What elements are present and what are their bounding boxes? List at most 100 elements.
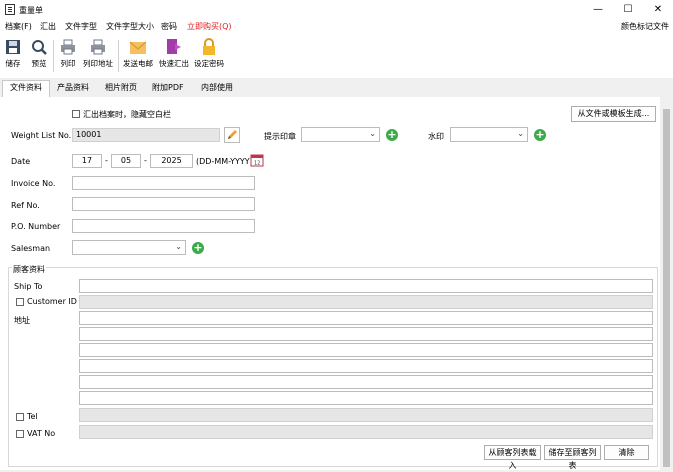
app-icon [5,4,15,15]
date-separator: - [105,156,108,165]
print-address-button[interactable]: 列印地址 [82,38,114,69]
menu-password[interactable]: 密码 [161,21,177,32]
tab-bar: 文件资料 产品资料 相片附页 附加PDF 内部使用 [0,78,673,99]
ship-to-field[interactable] [79,279,653,293]
lock-icon [200,38,218,56]
svg-text:12: 12 [254,161,260,167]
vat-field[interactable] [79,425,653,439]
add-salesman-button[interactable]: + [192,242,204,254]
printer-icon [89,38,107,56]
add-watermark-button[interactable]: + [534,129,546,141]
toolbar: 储存 预览 列印 列印地址 发送电邮 快速汇出 设定密码 [0,34,673,79]
edit-number-button[interactable] [224,127,240,143]
weight-list-label: Weight List No. [11,131,72,140]
address-line-2[interactable] [79,327,653,341]
customer-id-field[interactable] [79,295,653,309]
scrollbar-thumb[interactable] [663,109,670,467]
watermark-label: 水印 [428,132,444,141]
salesman-label: Salesman [11,244,51,253]
tab-internal-use[interactable]: 内部使用 [194,81,240,97]
customer-id-checkbox[interactable] [16,298,24,306]
menu-font-size[interactable]: 文件字型大小 [106,21,154,32]
address-line-3[interactable] [79,343,653,357]
invoice-field[interactable] [72,176,255,190]
vat-checkbox[interactable] [16,430,24,438]
minimize-button[interactable]: — [583,0,613,19]
add-stamp-button[interactable]: + [386,129,398,141]
address-line-5[interactable] [79,375,653,389]
menu-bar: 档案(F) 汇出 文件字型 文件字型大小 密码 立即购买(Q) 颜色标记文件 [0,19,673,34]
toolbar-separator [118,40,119,72]
print-button[interactable]: 列印 [57,38,79,69]
window-title: 重量单 [19,6,43,15]
weight-list-field[interactable]: 10001 [72,128,220,142]
send-email-button[interactable]: 发送电邮 [121,38,155,69]
chevron-down-icon: ⌄ [175,242,182,251]
date-year-field[interactable]: 2025 [150,154,193,168]
tel-field[interactable] [79,408,653,422]
toolbar-separator [53,40,54,72]
menu-purchase[interactable]: 立即购买(Q) [187,21,232,32]
ref-label: Ref No. [11,201,40,210]
customer-id-label: Customer ID [27,297,77,306]
menu-file[interactable]: 档案(F) [5,21,32,32]
clear-button[interactable]: 清除 [604,445,649,460]
address-line-6[interactable] [79,391,653,405]
address-line-4[interactable] [79,359,653,373]
date-month-field[interactable]: 05 [111,154,141,168]
date-label: Date [11,157,31,166]
invoice-label: Invoice No. [11,179,56,188]
chevron-down-icon: ⌄ [517,129,524,138]
chevron-down-icon: ⌄ [369,129,376,138]
salesman-select[interactable]: ⌄ [72,240,186,255]
date-format-hint: (DD-MM-YYYY) [196,157,253,166]
preview-button[interactable]: 预览 [28,38,50,69]
vertical-scrollbar[interactable] [660,97,673,470]
print-address-label: 列印地址 [83,59,113,68]
tel-checkbox[interactable] [16,413,24,421]
ref-field[interactable] [72,197,255,211]
preview-label: 预览 [31,59,47,68]
customer-group-title: 顾客资料 [12,264,46,275]
calendar-icon: 12 [250,154,264,167]
stamp-select[interactable]: ⌄ [301,127,380,142]
menu-font[interactable]: 文件字型 [65,21,97,32]
maximize-button[interactable]: ☐ [613,0,643,19]
generate-from-file-button[interactable]: 从文件或模板生成... [571,106,656,122]
hide-blank-checkbox[interactable] [72,110,80,118]
envelope-icon [129,38,147,56]
close-button[interactable]: ✕ [643,0,673,19]
save-to-customer-list-button[interactable]: 储存至顾客列表 [544,445,601,470]
date-separator: - [144,156,147,165]
date-day-field[interactable]: 17 [72,154,102,168]
ship-to-label: Ship To [14,282,43,291]
calendar-button[interactable]: 12 [250,153,264,167]
save-label: 储存 [5,59,21,68]
menu-export[interactable]: 汇出 [40,21,56,32]
po-field[interactable] [72,219,255,233]
address-label: 地址 [14,316,30,325]
quick-export-label: 快速汇出 [159,59,189,68]
load-from-customer-list-button[interactable]: 从顾客列表载入 [484,445,541,470]
tab-product-info[interactable]: 产品资料 [50,81,96,97]
printer-icon [59,38,77,56]
vat-label: VAT No [27,429,56,438]
set-password-label: 设定密码 [194,59,224,68]
tab-attach-pdf[interactable]: 附加PDF [145,81,191,97]
pencil-icon [228,130,237,139]
magnifier-icon [30,38,48,56]
set-password-button[interactable]: 设定密码 [193,38,225,69]
quick-export-button[interactable]: 快速汇出 [157,38,191,69]
tab-photo-attachment[interactable]: 相片附页 [98,81,144,97]
po-label: P.O. Number [11,222,61,231]
watermark-select[interactable]: ⌄ [450,127,528,142]
hide-blank-label: 汇出档案时，隐藏空白栏 [83,110,171,119]
send-email-label: 发送电邮 [123,59,153,68]
stamp-label: 提示印章 [264,132,296,141]
address-line-1[interactable] [79,311,653,325]
print-label: 列印 [60,59,76,68]
menu-color-mark[interactable]: 颜色标记文件 [621,21,669,32]
tel-label: Tel [27,412,38,421]
save-button[interactable]: 储存 [3,38,23,69]
export-icon [165,38,183,56]
